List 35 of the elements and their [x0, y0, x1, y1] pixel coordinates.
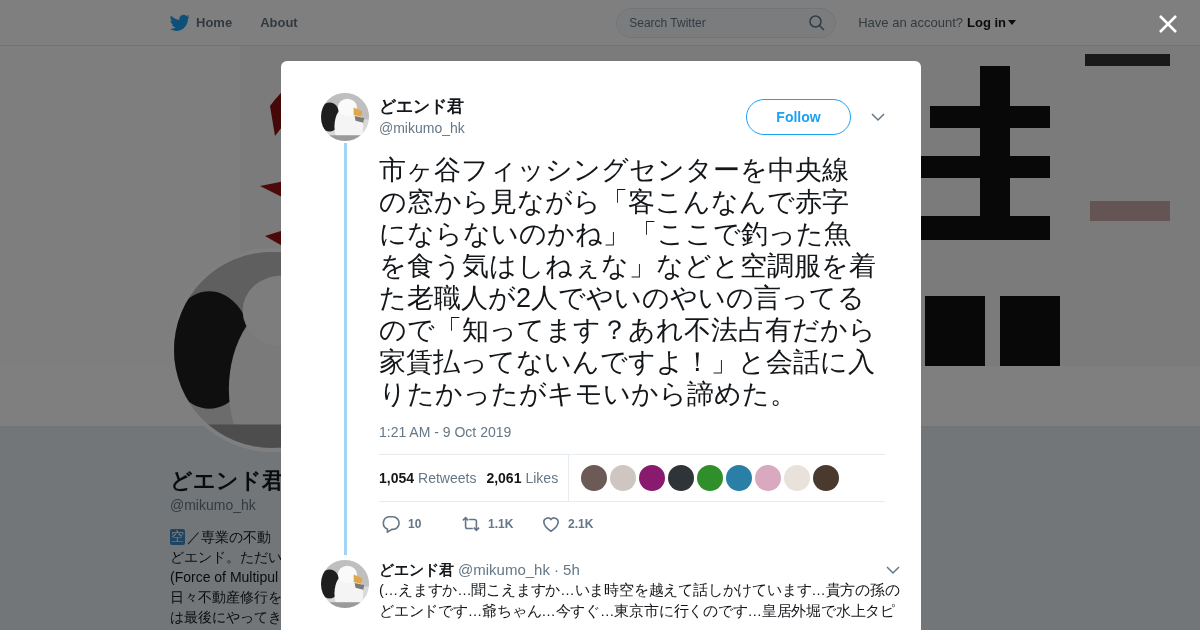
bio-text: どエンド。ただい — [170, 548, 282, 567]
reply-author-name[interactable]: どエンド君 — [379, 560, 454, 580]
tweet-timestamp: 1:21 AM - 9 Oct 2019 — [379, 423, 513, 442]
reply-author-handle[interactable]: @mikumo_hk — [458, 560, 550, 580]
avatar[interactable] — [639, 465, 666, 491]
retweet-action[interactable]: 1.1K — [462, 515, 542, 533]
reply-time: · 5h — [553, 560, 580, 580]
profile-name: どエンド君 — [170, 467, 284, 495]
chevron-down-icon[interactable] — [885, 565, 900, 575]
retweets-count[interactable]: 1,054 Retweets — [379, 470, 477, 486]
login-link[interactable]: Log in — [967, 15, 1016, 30]
account-prompt: Have an account? — [858, 15, 963, 30]
avatar[interactable] — [813, 465, 840, 491]
close-icon[interactable] — [1158, 14, 1178, 34]
like-action[interactable]: 2.1K — [542, 515, 622, 533]
speech-bubble-icon — [382, 515, 400, 533]
nav-link[interactable]: Home — [170, 13, 233, 32]
reply-action[interactable]: 10 — [382, 515, 462, 533]
emoji-badge: 空 — [170, 529, 185, 545]
reply-text: (…えますか…聞こえますか…いま時空を越えて話しかけています…貴方の孫の どエンドです…爺ちゃん…今すぐ…東京市に行くのです…皇居外堀で水上タピ — [379, 581, 900, 621]
avatar[interactable] — [581, 465, 608, 491]
search-field[interactable]: Search Twitter — [616, 7, 837, 38]
caret-icon — [1008, 20, 1016, 25]
retweet-icon — [462, 515, 480, 533]
search-icon — [809, 14, 826, 31]
likes-count[interactable]: 2,061 Likes — [486, 470, 559, 486]
bio-text: 日々不動産修行を — [170, 588, 282, 607]
bio-text: (Force of Multipul — [170, 568, 279, 587]
bio-text: は最後にやってき — [170, 608, 282, 627]
profile-handle: @mikumo_hk — [170, 496, 256, 515]
heart-icon — [542, 515, 560, 533]
avatar[interactable] — [668, 465, 695, 491]
bird-icon — [170, 13, 190, 32]
nav-link[interactable]: About — [260, 15, 298, 30]
bio-text: ／専業の不動 — [187, 528, 271, 547]
